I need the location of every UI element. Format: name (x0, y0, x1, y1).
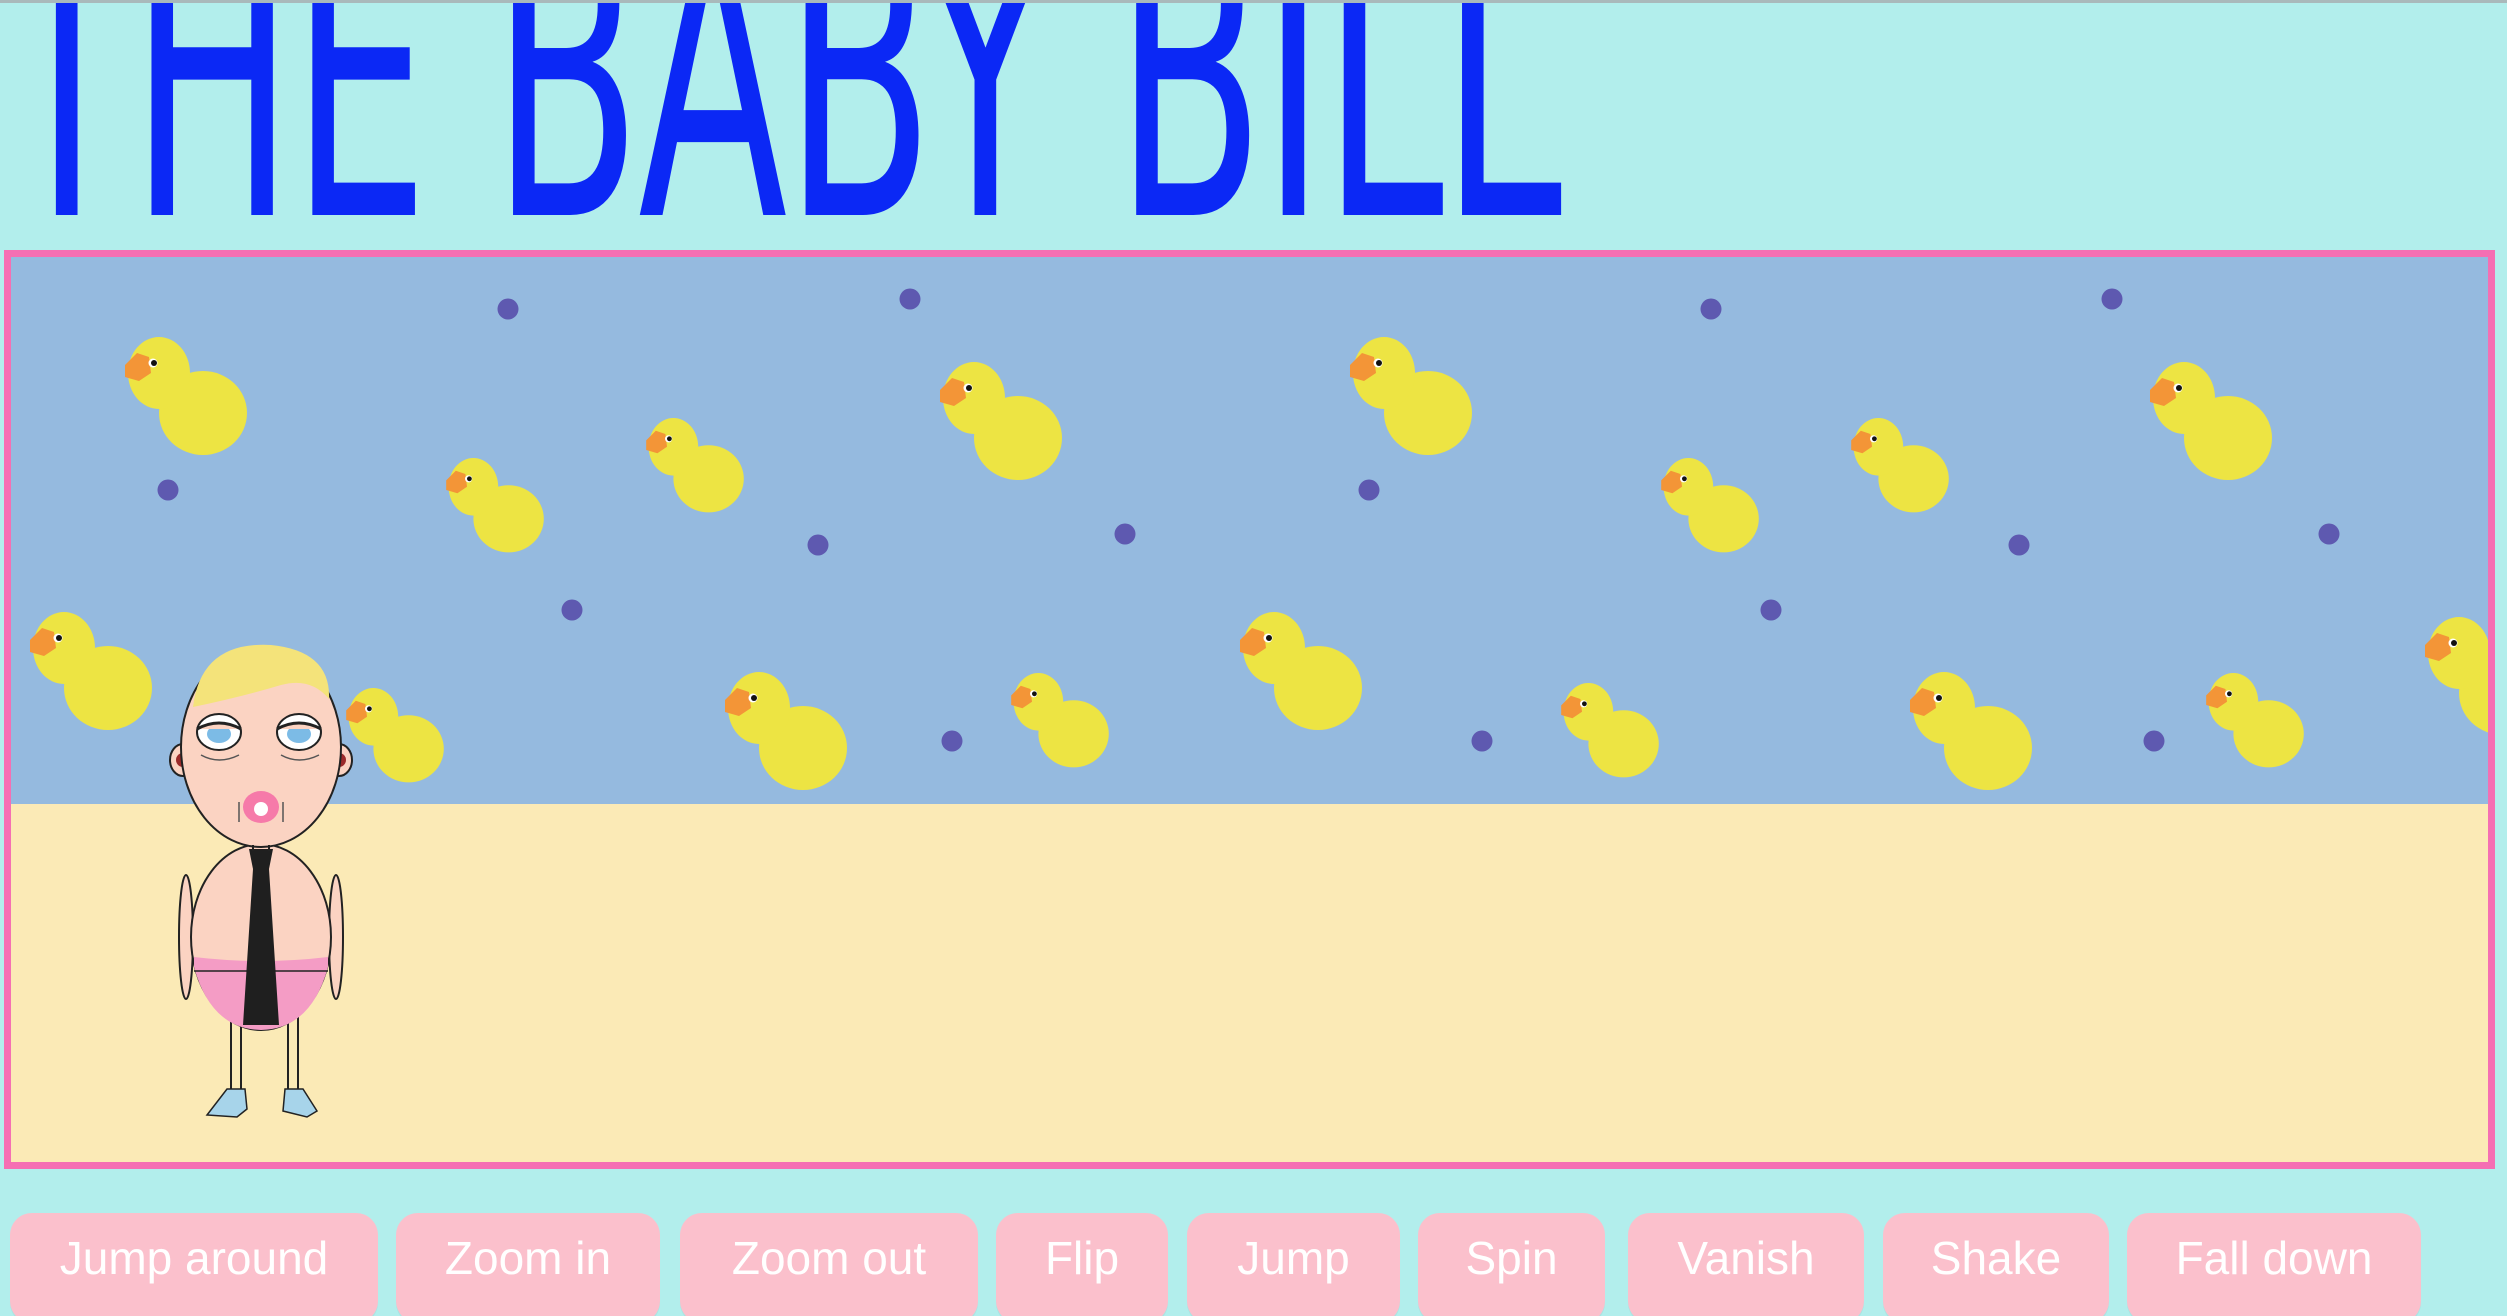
stage[interactable] (4, 250, 2495, 1169)
dot (1114, 523, 1136, 545)
dot (941, 730, 963, 752)
dot (1700, 298, 1722, 320)
vanish-button[interactable]: Vanish (1628, 1213, 1864, 1316)
jump-around-button[interactable]: Jump around (10, 1213, 378, 1316)
zoom-out-button[interactable]: Zoom out (680, 1213, 978, 1316)
flip-button[interactable]: Flip (996, 1213, 1168, 1316)
dot (2318, 523, 2340, 545)
dot (1760, 599, 1782, 621)
dot (561, 599, 583, 621)
dot (157, 479, 179, 501)
dot (2008, 534, 2030, 556)
page: THE BABY BILL Jump around Zoom in Zoom o… (0, 0, 2507, 1316)
jump-button[interactable]: Jump (1187, 1213, 1400, 1316)
stage-background (11, 257, 2488, 1162)
page-title: THE BABY BILL (0, 0, 1562, 307)
fall-down-button[interactable]: Fall down (2127, 1213, 2421, 1316)
shake-button[interactable]: Shake (1883, 1213, 2109, 1316)
dot (1471, 730, 1493, 752)
dot (807, 534, 829, 556)
dot (497, 298, 519, 320)
dot (2143, 730, 2165, 752)
spin-button[interactable]: Spin (1418, 1213, 1605, 1316)
dot (899, 288, 921, 310)
control-bar: Jump around Zoom in Zoom out Flip Jump S… (0, 1213, 2507, 1316)
zoom-in-button[interactable]: Zoom in (396, 1213, 660, 1316)
baby-character-icon[interactable] (161, 637, 361, 1137)
dot (1358, 479, 1380, 501)
dot (2101, 288, 2123, 310)
